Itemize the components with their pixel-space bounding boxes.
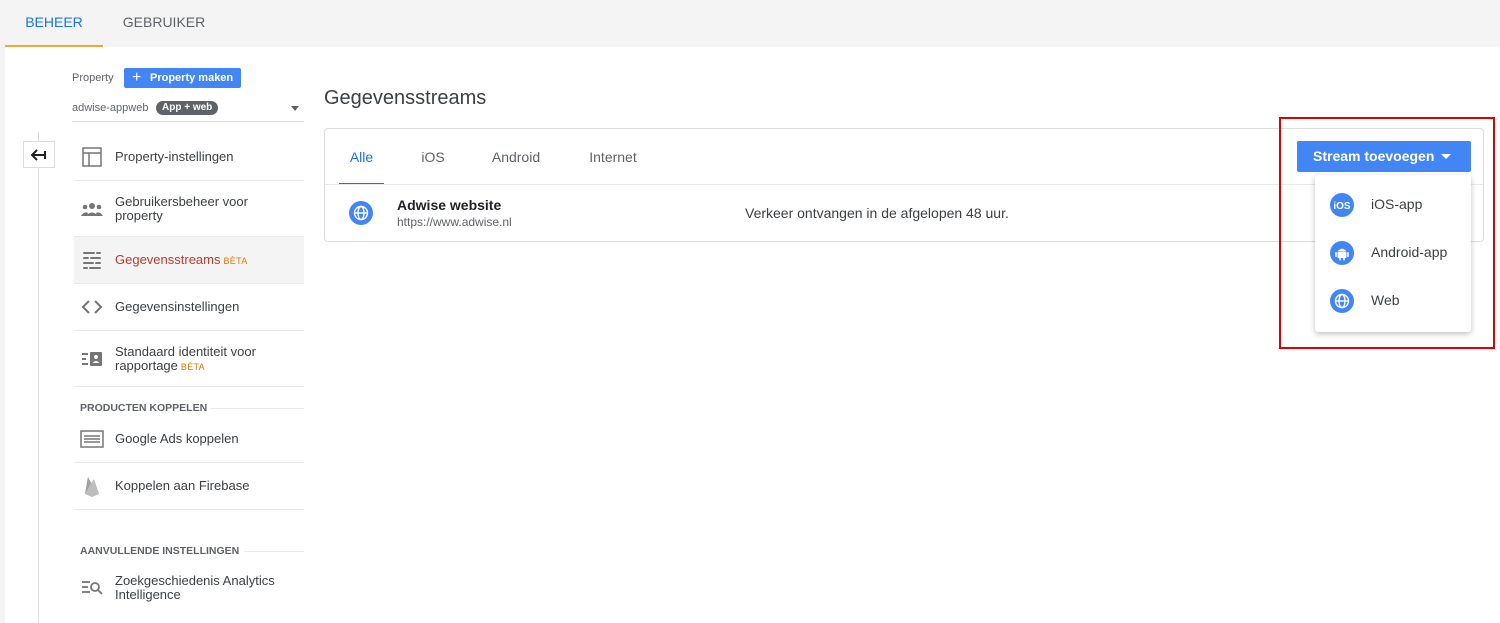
create-property-label: Property maken xyxy=(150,72,234,84)
stream-url: https://www.adwise.nl xyxy=(397,215,512,229)
sidebar-item-label: Koppelen aan Firebase xyxy=(115,478,250,493)
tab-all[interactable]: Alle xyxy=(339,129,384,185)
plus-icon: + xyxy=(132,69,142,86)
sidebar-item-label: Property-instellingen xyxy=(115,149,234,164)
people-icon xyxy=(81,203,103,216)
globe-icon xyxy=(349,201,373,225)
property-name: adwise-appweb xyxy=(72,102,149,114)
sidebar-item-label: Gegevensinstellingen xyxy=(115,299,240,314)
sidebar-item-property-settings[interactable]: Property-instellingen xyxy=(74,134,304,181)
menu-item-label: Android-app xyxy=(1371,244,1448,260)
sidebar-item-label: Standaard identiteit voor rapportage BÈTA xyxy=(115,345,295,374)
ios-icon-text: iOS xyxy=(1333,201,1351,212)
menu-item-label: Web xyxy=(1371,292,1400,308)
stream-name: Adwise website xyxy=(397,197,502,213)
sidebar-item-label: Zoekgeschiedenis Analytics Intelligence xyxy=(115,573,275,602)
top-tab-bar: BEHEER GEBRUIKER xyxy=(0,0,1500,47)
property-label: Property xyxy=(72,72,114,84)
google-ads-icon xyxy=(80,430,104,448)
tab-ios[interactable]: iOS xyxy=(413,129,453,185)
identity-icon xyxy=(82,352,102,366)
sidebar-item-google-ads[interactable]: Google Ads koppelen xyxy=(74,415,304,463)
search-history-icon xyxy=(82,581,103,595)
sidebar-item-reporting-identity[interactable]: Standaard identiteit voor rapportage BÈTA xyxy=(74,331,304,387)
tab-android[interactable]: Android xyxy=(483,129,549,185)
stream-type-menu: iOS iOS-app Android-app Web xyxy=(1315,175,1471,332)
back-button[interactable] xyxy=(23,141,55,168)
firebase-icon xyxy=(85,477,99,497)
tab-beheer[interactable]: BEHEER xyxy=(5,0,103,47)
left-edge-divider xyxy=(0,47,5,623)
sidebar-item-search-history[interactable]: Zoekgeschiedenis Analytics Intelligence xyxy=(74,566,304,616)
property-type-badge: App + web xyxy=(156,101,219,115)
code-icon xyxy=(81,300,103,314)
rail-line xyxy=(38,132,39,623)
sidebar-item-label: Google Ads koppelen xyxy=(115,431,239,446)
back-arrow-icon xyxy=(30,149,46,161)
menu-item-label: iOS-app xyxy=(1371,196,1423,212)
tab-internet[interactable]: Internet xyxy=(580,129,646,185)
create-property-button[interactable]: + Property maken xyxy=(124,68,241,88)
sidebar-item-label: Gegevensstreams BÈTA xyxy=(115,253,295,268)
layout-icon xyxy=(82,147,102,167)
menu-item-android-app[interactable]: Android-app xyxy=(1315,228,1471,276)
menu-item-web[interactable]: Web xyxy=(1315,276,1471,324)
property-selector[interactable]: adwise-appweb App + web xyxy=(72,96,304,122)
section-rule xyxy=(244,551,304,552)
streams-icon xyxy=(83,252,101,269)
section-heading-additional: AANVULLENDE INSTELLINGEN xyxy=(80,545,304,557)
stream-status: Verkeer ontvangen in de afgelopen 48 uur… xyxy=(745,205,1009,221)
sidebar-item-data-streams[interactable]: Gegevensstreams BÈTA xyxy=(74,237,304,284)
data-streams-label: Gegevensstreams xyxy=(115,252,221,267)
chevron-down-icon xyxy=(291,106,299,111)
page-title: Gegevensstreams xyxy=(324,87,487,109)
sidebar-item-firebase[interactable]: Koppelen aan Firebase xyxy=(74,463,304,510)
beta-badge: BÈTA xyxy=(223,256,248,266)
android-icon xyxy=(1330,241,1354,265)
tab-gebruiker[interactable]: GEBRUIKER xyxy=(118,0,210,47)
menu-item-ios-app[interactable]: iOS iOS-app xyxy=(1315,180,1471,228)
section-heading-products: PRODUCTEN KOPPELEN xyxy=(80,402,304,414)
ios-icon: iOS xyxy=(1330,193,1354,217)
sidebar-item-user-management[interactable]: Gebruikersbeheer voor property xyxy=(74,181,304,237)
section-rule xyxy=(211,408,304,409)
globe-icon xyxy=(1330,289,1354,313)
beta-badge: BÈTA xyxy=(180,362,205,372)
sidebar-item-label: Gebruikersbeheer voor property xyxy=(115,194,248,223)
sidebar-item-data-settings[interactable]: Gegevensinstellingen xyxy=(74,284,304,331)
